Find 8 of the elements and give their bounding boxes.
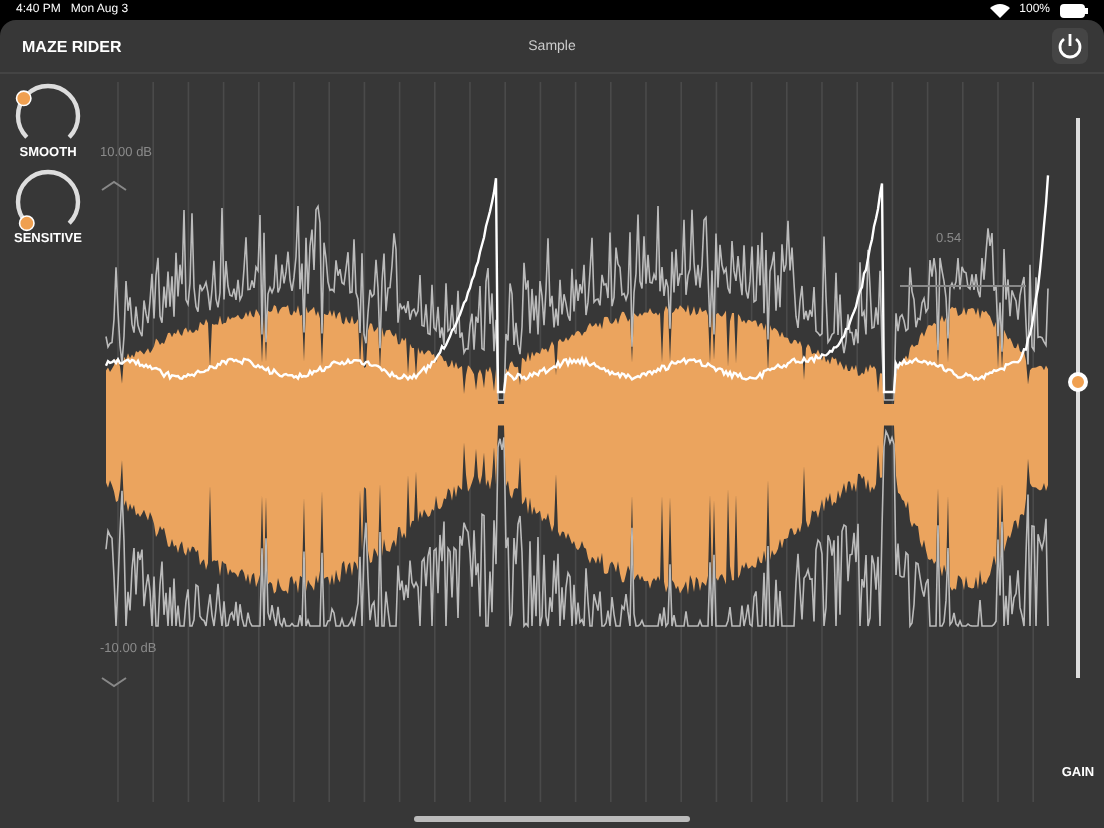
- power-button[interactable]: [1052, 28, 1088, 64]
- chevron-up-icon: [101, 180, 127, 191]
- threshold-line: [899, 285, 1027, 287]
- wifi-icon: [989, 2, 1010, 18]
- battery-icon: [1060, 3, 1088, 17]
- app-title: MAZE RIDER: [22, 37, 122, 55]
- chevron-down-icon: [101, 677, 127, 688]
- gain-slider-thumb[interactable]: [1068, 371, 1088, 392]
